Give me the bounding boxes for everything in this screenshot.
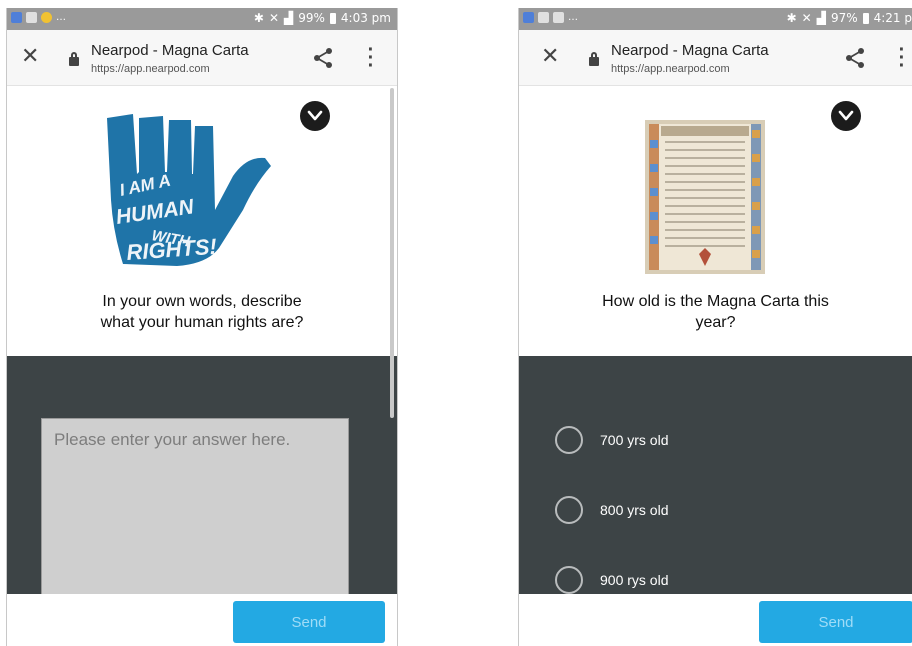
more-vert-icon[interactable]: · · · xyxy=(897,40,907,76)
battery-icon xyxy=(862,12,869,24)
question-line: In your own words, describe xyxy=(102,293,302,310)
radio-unchecked-icon[interactable] xyxy=(555,566,583,594)
chevron-down-icon[interactable] xyxy=(831,101,861,131)
gallery-notification-icon xyxy=(26,12,37,23)
app-notification-icon xyxy=(11,12,22,23)
battery-percent: 99% xyxy=(298,11,325,25)
question-line: what your human rights are? xyxy=(100,314,304,331)
close-icon[interactable]: ✕ xyxy=(21,46,39,68)
share-icon[interactable] xyxy=(309,44,337,72)
mute-icon: ✕ xyxy=(268,11,280,25)
app-notification-icon xyxy=(523,12,534,23)
question-text: How old is the Magna Carta this year? xyxy=(519,291,912,333)
question-text: In your own words, describe what your hu… xyxy=(7,291,397,333)
page-title: Nearpod - Magna Carta xyxy=(91,42,249,59)
option-label: 700 yrs old xyxy=(600,432,669,448)
question-line: How old is the Magna Carta this xyxy=(602,293,829,310)
answer-option[interactable]: 900 rys old xyxy=(555,566,668,594)
question-line: year? xyxy=(695,314,736,331)
more-notifications-icon: … xyxy=(56,11,66,23)
share-icon[interactable] xyxy=(841,44,869,72)
magna-carta-document-image xyxy=(645,120,765,274)
page-url[interactable]: https://app.nearpod.com xyxy=(91,63,210,75)
answer-option[interactable]: 700 yrs old xyxy=(555,426,668,454)
send-button[interactable]: Send xyxy=(233,601,385,643)
question-card: How old is the Magna Carta this year? xyxy=(519,86,912,356)
signal-icon: ▟ xyxy=(816,11,826,25)
battery-icon xyxy=(329,12,336,24)
more-vert-icon[interactable]: · · · xyxy=(366,40,376,76)
options-panel: 700 yrs old 800 yrs old 900 rys old xyxy=(519,356,912,594)
page-title: Nearpod - Magna Carta xyxy=(611,42,769,59)
lock-icon[interactable] xyxy=(589,52,599,66)
answer-input[interactable] xyxy=(42,419,348,607)
signal-icon: ▟ xyxy=(284,11,294,25)
battery-percent: 97% xyxy=(830,11,858,25)
gallery-notification-icon xyxy=(538,12,549,23)
hand-text-line-4: RIGHTS! xyxy=(126,234,218,265)
mute-icon: ✕ xyxy=(801,11,812,25)
alert-notification-icon xyxy=(41,12,52,23)
message-notification-icon xyxy=(553,12,564,23)
status-bar: … ✱ ✕ ▟ 97% 4:21 p xyxy=(519,8,912,30)
option-label: 900 rys old xyxy=(600,572,669,588)
answer-panel xyxy=(7,356,397,608)
answer-option[interactable]: 800 yrs old xyxy=(555,496,668,524)
option-label: 800 yrs old xyxy=(600,502,669,518)
answer-field-wrapper xyxy=(41,418,349,608)
bottom-bar: Send xyxy=(519,594,912,646)
bluetooth-icon: ✱ xyxy=(253,11,264,25)
bluetooth-icon: ✱ xyxy=(786,11,797,25)
phone-screen-left: … ✱ ✕ ▟ 99% 4:03 pm ✕ Nearpod - Magna Ca… xyxy=(6,8,398,646)
radio-unchecked-icon[interactable] xyxy=(555,426,583,454)
close-icon[interactable]: ✕ xyxy=(541,46,559,68)
bottom-bar: Send xyxy=(7,594,397,646)
question-card: I AM A HUMAN WITH RIGHTS! In your own wo… xyxy=(7,86,397,356)
browser-toolbar: ✕ Nearpod - Magna Carta https://app.near… xyxy=(7,30,397,86)
human-rights-hand-image: I AM A HUMAN WITH RIGHTS! xyxy=(107,114,271,266)
send-button[interactable]: Send xyxy=(759,601,912,643)
more-notifications-icon: … xyxy=(568,11,578,23)
phone-screen-right: … ✱ ✕ ▟ 97% 4:21 p ✕ Nearpod - Magna Car… xyxy=(518,8,912,646)
chevron-down-icon[interactable] xyxy=(300,101,330,131)
clock: 4:03 pm xyxy=(340,11,391,25)
page-url[interactable]: https://app.nearpod.com xyxy=(611,63,730,75)
clock: 4:21 p xyxy=(873,11,912,25)
browser-toolbar: ✕ Nearpod - Magna Carta https://app.near… xyxy=(519,30,912,86)
status-bar: … ✱ ✕ ▟ 99% 4:03 pm xyxy=(7,8,397,30)
radio-unchecked-icon[interactable] xyxy=(555,496,583,524)
scrollbar[interactable] xyxy=(390,88,394,418)
lock-icon[interactable] xyxy=(69,52,79,66)
